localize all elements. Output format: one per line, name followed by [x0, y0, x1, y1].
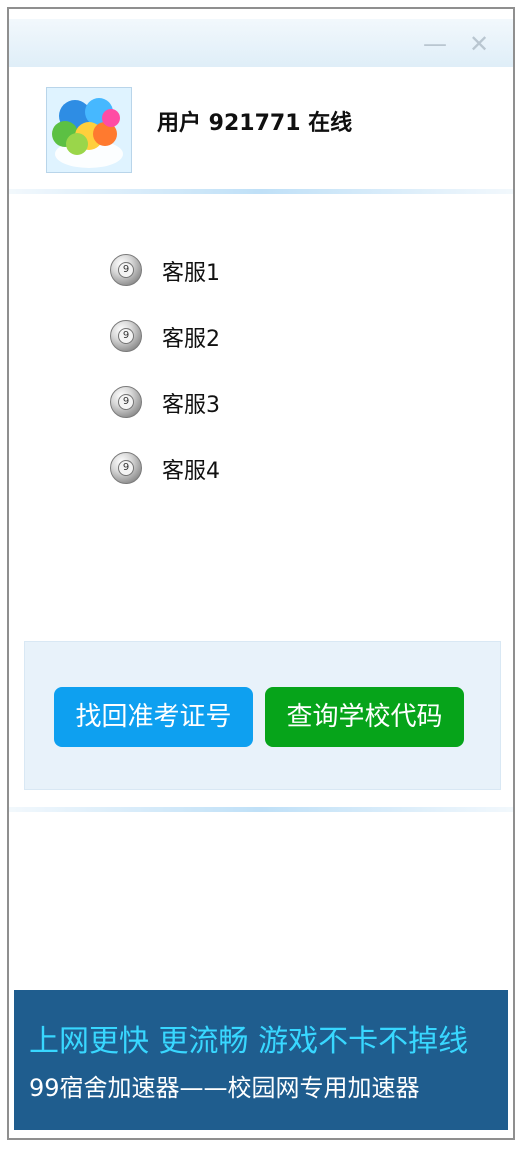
qq-icon: 9: [110, 386, 142, 418]
service-item-label: 客服3: [162, 393, 220, 418]
minimize-icon[interactable]: —: [423, 32, 447, 56]
query-school-code-button[interactable]: 查询学校代码: [265, 687, 464, 747]
ad-banner[interactable]: 上网更快 更流畅 游戏不卡不掉线 99宿舍加速器——校园网专用加速器: [14, 990, 508, 1130]
qq-icon: 9: [110, 320, 142, 352]
qq-icon-inner: 9: [118, 460, 134, 476]
banner-subtitle: 99宿舍加速器——校园网专用加速器: [29, 1074, 420, 1102]
online-user-title: 用户 921771 在线: [157, 111, 353, 136]
service-item-label: 客服4: [162, 459, 220, 484]
qq-icon-inner: 9: [118, 394, 134, 410]
user-header: 用户 921771 在线: [9, 67, 513, 195]
service-item-4[interactable]: 9 客服4: [110, 450, 310, 490]
qq-icon-inner: 9: [118, 328, 134, 344]
balloon-avatar-icon: [46, 87, 132, 173]
retrieve-admission-number-button[interactable]: 找回准考证号: [54, 687, 253, 747]
action-panel: 找回准考证号 查询学校代码: [24, 641, 501, 790]
service-item-label: 客服2: [162, 327, 220, 352]
panel-divider: [9, 807, 513, 812]
title-bar: — ✕: [9, 19, 513, 67]
qq-icon-inner: 9: [118, 262, 134, 278]
service-item-3[interactable]: 9 客服3: [110, 384, 310, 424]
service-item-1[interactable]: 9 客服1: [110, 252, 310, 292]
qq-icon: 9: [110, 254, 142, 286]
close-icon[interactable]: ✕: [467, 32, 491, 56]
app-window: — ✕ 用户 921771 在线 9 客服1 9 客服2 9 客服3 9 客服4…: [7, 7, 515, 1140]
header-divider: [9, 189, 513, 194]
service-item-2[interactable]: 9 客服2: [110, 318, 310, 358]
qq-icon: 9: [110, 452, 142, 484]
banner-headline: 上网更快 更流畅 游戏不卡不掉线: [29, 1024, 469, 1059]
service-item-label: 客服1: [162, 261, 220, 286]
